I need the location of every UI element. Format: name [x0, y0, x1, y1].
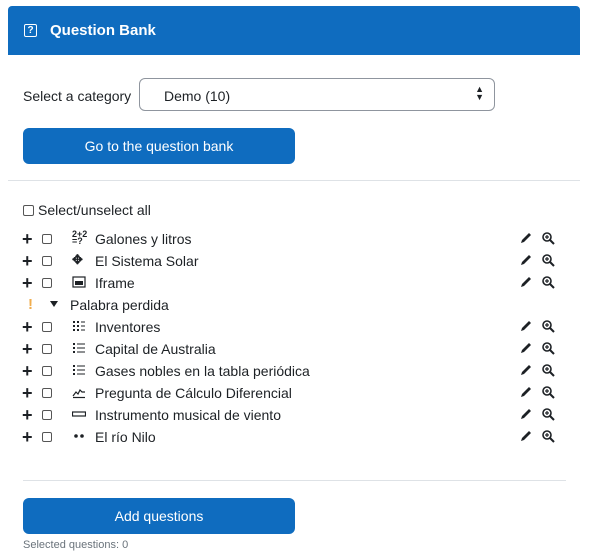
- question-checkbox[interactable]: [42, 388, 52, 398]
- question-row: + Instrumento musical de viento: [8, 404, 580, 426]
- preview-magnifier-icon[interactable]: [541, 363, 555, 377]
- question-row: + Iframe: [8, 272, 580, 294]
- question-checkbox[interactable]: [42, 344, 52, 354]
- divider: [8, 180, 580, 181]
- preview-magnifier-icon[interactable]: [541, 341, 555, 355]
- preview-magnifier-icon[interactable]: [541, 253, 555, 267]
- edit-pencil-icon[interactable]: [519, 363, 533, 377]
- caret-down-icon[interactable]: [50, 301, 58, 307]
- add-question-icon[interactable]: +: [22, 272, 33, 294]
- multichoice-icon: [73, 365, 85, 375]
- question-row: + Inventores: [8, 316, 580, 338]
- question-group-row[interactable]: ! Palabra perdida: [8, 294, 580, 316]
- question-bank-panel: ? Question Bank Select a category Demo (…: [8, 6, 580, 559]
- question-row: + Capital de Australia: [8, 338, 580, 360]
- edit-pencil-icon[interactable]: [519, 231, 533, 245]
- go-to-question-bank-button[interactable]: Go to the question bank: [23, 128, 295, 164]
- category-value: Demo (10): [164, 88, 231, 104]
- question-row: + Gases nobles en la tabla periódica: [8, 360, 580, 382]
- edit-pencil-icon[interactable]: [519, 253, 533, 267]
- question-checkbox[interactable]: [42, 410, 52, 420]
- question-checkbox[interactable]: [42, 256, 52, 266]
- category-label: Select a category: [23, 88, 132, 104]
- warning-icon: !: [28, 296, 33, 313]
- edit-pencil-icon[interactable]: [519, 275, 533, 289]
- question-name: El río Nilo: [95, 429, 156, 445]
- question-name: Capital de Australia: [95, 341, 216, 357]
- question-checkbox[interactable]: [42, 278, 52, 288]
- edit-pencil-icon[interactable]: [519, 385, 533, 399]
- question-row: + Pregunta de Cálculo Diferencial: [8, 382, 580, 404]
- true-false-icon: [74, 434, 84, 438]
- preview-magnifier-icon[interactable]: [541, 429, 555, 443]
- question-row: + El río Nilo: [8, 426, 580, 448]
- preview-magnifier-icon[interactable]: [541, 385, 555, 399]
- question-checkbox[interactable]: [42, 234, 52, 244]
- add-question-icon[interactable]: +: [22, 316, 33, 338]
- numerical-icon: 2+2 =?: [72, 229, 88, 246]
- panel-title: Question Bank: [50, 22, 156, 39]
- category-select[interactable]: Demo (10) ▲ ▼: [139, 78, 495, 111]
- divider: [23, 480, 566, 481]
- question-name: Inventores: [95, 319, 161, 335]
- edit-pencil-icon[interactable]: [519, 429, 533, 443]
- add-question-icon[interactable]: +: [22, 250, 33, 272]
- calculated-icon: [72, 388, 85, 399]
- question-name: Iframe: [95, 275, 135, 291]
- matching-icon: [73, 321, 85, 331]
- add-question-icon[interactable]: +: [22, 228, 33, 250]
- select-all-label: Select/unselect all: [38, 202, 151, 218]
- preview-magnifier-icon[interactable]: [541, 275, 555, 289]
- short-answer-icon: [72, 411, 86, 417]
- question-name: El Sistema Solar: [95, 253, 199, 269]
- preview-magnifier-icon[interactable]: [541, 231, 555, 245]
- help-icon[interactable]: ?: [24, 24, 37, 37]
- question-row: + ✥ El Sistema Solar: [8, 250, 580, 272]
- question-checkbox[interactable]: [42, 322, 52, 332]
- question-name: Pregunta de Cálculo Diferencial: [95, 385, 292, 401]
- iframe-icon: [72, 276, 86, 288]
- question-checkbox[interactable]: [42, 432, 52, 442]
- preview-magnifier-icon[interactable]: [541, 319, 555, 333]
- add-question-icon[interactable]: +: [22, 404, 33, 426]
- edit-pencil-icon[interactable]: [519, 319, 533, 333]
- select-all-checkbox[interactable]: [23, 204, 34, 216]
- edit-pencil-icon[interactable]: [519, 341, 533, 355]
- add-question-icon[interactable]: +: [22, 338, 33, 360]
- edit-pencil-icon[interactable]: [519, 407, 533, 421]
- question-name: Instrumento musical de viento: [95, 407, 281, 423]
- question-row: + 2+2 =? Galones y litros: [8, 228, 580, 250]
- add-questions-button[interactable]: Add questions: [23, 498, 295, 534]
- select-arrows-icon: ▲ ▼: [475, 84, 484, 102]
- add-question-icon[interactable]: +: [22, 426, 33, 448]
- select-all[interactable]: Select/unselect all: [23, 202, 151, 218]
- group-name: Palabra perdida: [70, 297, 169, 313]
- multichoice-icon: [73, 343, 85, 353]
- question-checkbox[interactable]: [42, 366, 52, 376]
- question-name: Galones y litros: [95, 231, 192, 247]
- panel-header: ? Question Bank: [8, 6, 580, 55]
- selected-questions-count: Selected questions: 0: [23, 539, 129, 551]
- drag-drop-icon: ✥: [72, 252, 83, 267]
- add-question-icon[interactable]: +: [22, 382, 33, 404]
- preview-magnifier-icon[interactable]: [541, 407, 555, 421]
- add-question-icon[interactable]: +: [22, 360, 33, 382]
- question-name: Gases nobles en la tabla periódica: [95, 363, 310, 379]
